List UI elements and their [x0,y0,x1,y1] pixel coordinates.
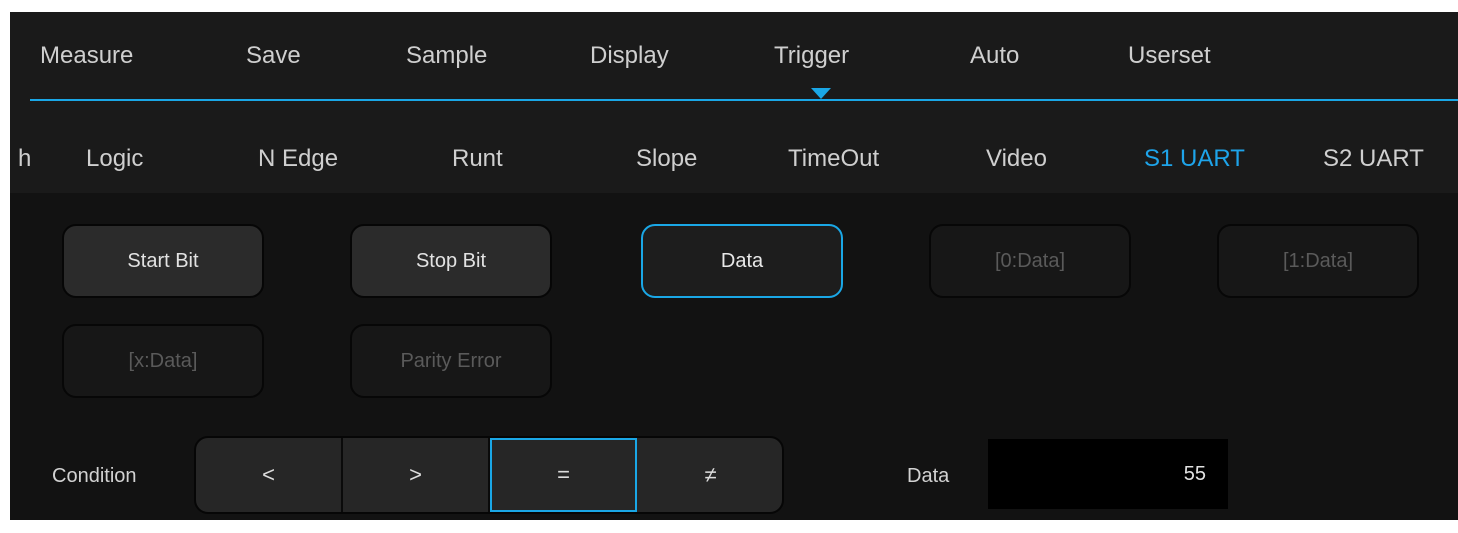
condition-less-than[interactable]: < [196,438,343,512]
data-1-button[interactable]: [1:Data] [1217,224,1419,298]
data-button[interactable]: Data [641,224,843,298]
main-tab-bar: Measure Save Sample Display Trigger Auto… [10,12,1458,102]
condition-not-equal[interactable]: ≠ [637,438,782,512]
start-bit-button[interactable]: Start Bit [62,224,264,298]
tab-trigger[interactable]: Trigger [774,42,849,70]
data-value-field[interactable]: 55 [988,439,1228,509]
tab-save[interactable]: Save [246,42,301,70]
subtab-s1-uart[interactable]: S1 UART [1144,145,1245,173]
active-tab-triangle-icon [811,88,831,99]
condition-equal[interactable]: = [490,438,637,512]
data-x-button[interactable]: [x:Data] [62,324,264,398]
stop-bit-button[interactable]: Stop Bit [350,224,552,298]
subtab-timeout[interactable]: TimeOut [788,145,879,173]
uart-trigger-options: Start Bit Stop Bit Data [0:Data] [1:Data… [10,193,1458,520]
tab-sample[interactable]: Sample [406,42,487,70]
condition-selector: < > = ≠ [194,436,784,514]
tab-userset[interactable]: Userset [1128,42,1211,70]
subtab-runt[interactable]: Runt [452,145,503,173]
subtab-slope[interactable]: Slope [636,145,697,173]
trigger-type-tab-bar: h Logic N Edge Runt Slope TimeOut Video … [10,101,1458,193]
parity-error-button[interactable]: Parity Error [350,324,552,398]
tab-auto[interactable]: Auto [970,42,1019,70]
subtab-video[interactable]: Video [986,145,1047,173]
trigger-settings-panel: Measure Save Sample Display Trigger Auto… [10,12,1458,520]
subtab-logic[interactable]: Logic [86,145,143,173]
tab-measure[interactable]: Measure [40,42,133,70]
data-label: Data [907,465,950,487]
tab-display[interactable]: Display [590,42,669,70]
condition-greater-than[interactable]: > [343,438,490,512]
condition-label: Condition [52,465,137,487]
data-0-button[interactable]: [0:Data] [929,224,1131,298]
subtab-s2-uart[interactable]: S2 UART [1323,145,1424,173]
subtab-n-edge[interactable]: N Edge [258,145,338,173]
subtab-truncated[interactable]: h [18,145,31,173]
